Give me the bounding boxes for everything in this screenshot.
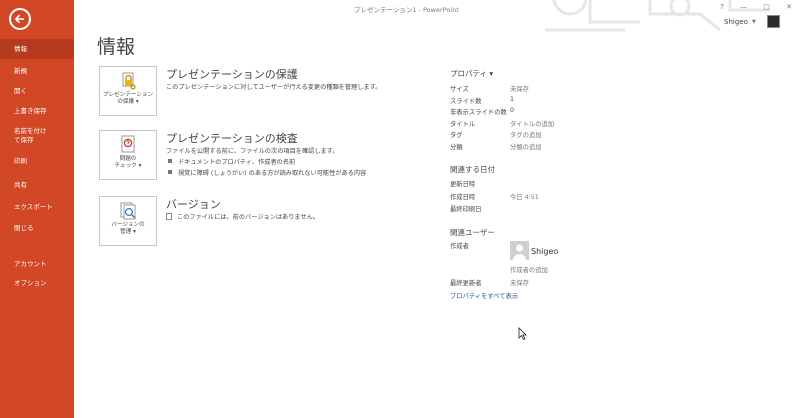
- versions-heading: バージョン: [166, 198, 221, 211]
- mouse-cursor-icon: [518, 327, 527, 340]
- inspect-button-label-1: 問題の: [119, 156, 137, 162]
- date-value: 今日 4:51: [510, 194, 539, 201]
- account-name[interactable]: Shigeo: [724, 18, 748, 26]
- versions-description: このファイルには、前のバージョンはありません。: [166, 212, 319, 221]
- protect-description: このプレゼンテーションに対してユーザーが行える変更の種類を管理します。: [166, 84, 382, 91]
- date-label: 最終印刷日: [450, 206, 482, 213]
- nav-save-as[interactable]: 名前を付けて保存: [0, 119, 56, 149]
- inspect-description: ファイルを公開する前に、ファイルの次の項目を確認します。: [166, 148, 339, 155]
- prop-label: 非表示スライドの数: [450, 109, 507, 116]
- last-modified-label: 最終更新者: [450, 280, 482, 287]
- inspect-bullet: ドキュメントのプロパティ、作成者の名前: [168, 157, 295, 166]
- nav-info[interactable]: 情報: [0, 39, 74, 59]
- window-title: プレゼンテーション1 - PowerPoint: [354, 6, 459, 14]
- close-button[interactable]: ✕: [786, 3, 792, 11]
- account-avatar[interactable]: [767, 15, 780, 28]
- nav-account[interactable]: アカウント: [0, 245, 74, 269]
- nav-print[interactable]: 印刷: [0, 149, 74, 173]
- prop-label: 分類: [450, 144, 463, 151]
- account-caret-icon[interactable]: ▼: [752, 19, 756, 25]
- minimize-button[interactable]: —: [740, 3, 747, 11]
- related-dates-heading: 関連する日付: [450, 165, 495, 174]
- lock-key-icon: [122, 72, 136, 90]
- backstage-sidebar: 情報 新規 開く 上書き保存 名前を付けて保存 印刷 共有 エクスポート 閉じる…: [0, 0, 74, 418]
- title-field[interactable]: タイトルの追加: [510, 119, 554, 128]
- versions-button-label-1: バージョンの: [111, 222, 145, 228]
- add-author-field[interactable]: 作成者の追加: [510, 265, 548, 274]
- window-controls: ? — □ ✕: [706, 3, 792, 11]
- prop-value: 1: [510, 96, 515, 103]
- author-avatar-icon: [510, 241, 529, 260]
- categories-field[interactable]: 分類の追加: [510, 142, 541, 151]
- protect-button-label-2: の保護 ▾: [117, 99, 139, 105]
- prop-label: タグ: [450, 132, 463, 139]
- manage-versions-icon: [120, 202, 136, 220]
- nav-new[interactable]: 新規: [0, 59, 74, 79]
- help-button[interactable]: ?: [720, 3, 724, 11]
- inspect-bullet: 視覚に障碍 (しょうがい) のある方が読み取れない可能性がある内容: [168, 168, 366, 177]
- check-for-issues-button[interactable]: 問題の チェック ▾: [99, 130, 157, 180]
- nav-close[interactable]: 閉じる: [0, 217, 74, 239]
- protect-button-label-1: プレゼンテーション: [102, 92, 154, 98]
- manage-versions-button[interactable]: バージョンの 管理 ▾: [99, 196, 157, 246]
- date-label: 作成日時: [450, 194, 476, 201]
- page-title: 情報: [97, 36, 136, 58]
- restore-button[interactable]: □: [763, 3, 770, 11]
- protect-presentation-button[interactable]: プレゼンテーション の保護 ▾: [99, 66, 157, 116]
- nav-export[interactable]: エクスポート: [0, 197, 74, 217]
- document-icon: [166, 213, 172, 220]
- last-modified-value: 未保存: [510, 280, 529, 287]
- backstage-nav: 情報 新規 開く 上書き保存 名前を付けて保存 印刷 共有 エクスポート 閉じる…: [0, 39, 74, 291]
- prop-value: 未保存: [510, 86, 529, 93]
- nav-options[interactable]: オプション: [0, 269, 74, 291]
- author-label: 作成者: [450, 243, 469, 250]
- nav-share[interactable]: 共有: [0, 173, 74, 197]
- date-label: 更新日時: [450, 181, 476, 188]
- prop-label: タイトル: [450, 121, 476, 128]
- tags-field[interactable]: タグの追加: [510, 130, 541, 139]
- inspect-document-icon: [121, 135, 135, 153]
- nav-open[interactable]: 開く: [0, 79, 74, 99]
- back-arrow-icon: [14, 14, 24, 24]
- protect-heading: プレゼンテーションの保護: [166, 68, 298, 81]
- show-all-properties-link[interactable]: プロパティをすべて表示: [450, 291, 518, 300]
- prop-label: サイズ: [450, 86, 469, 93]
- prop-label: スライド数: [450, 98, 482, 105]
- related-people-heading: 関連ユーザー: [450, 228, 495, 237]
- nav-save[interactable]: 上書き保存: [0, 99, 74, 119]
- back-button[interactable]: [9, 8, 31, 30]
- inspect-button-label-2: チェック ▾: [114, 163, 142, 169]
- author-name[interactable]: Shigeo: [531, 247, 558, 256]
- versions-button-label-2: 管理 ▾: [120, 229, 136, 235]
- properties-heading[interactable]: プロパティ ▾: [450, 68, 493, 79]
- prop-value: 0: [510, 107, 515, 114]
- inspect-heading: プレゼンテーションの検査: [166, 132, 298, 145]
